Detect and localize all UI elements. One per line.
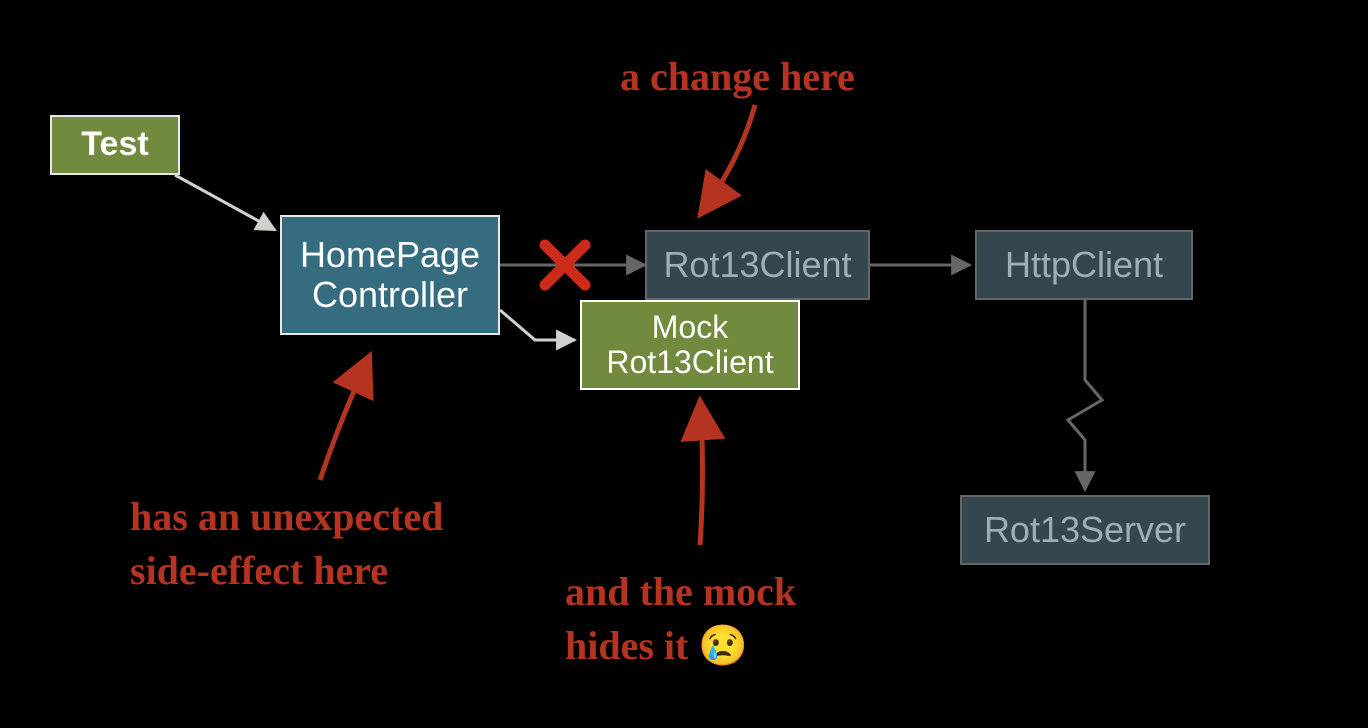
box-rot13client: Rot13Client [645, 230, 870, 300]
homepage-line1: HomePage [300, 235, 480, 275]
side-effect-line2: side-effect here [130, 548, 388, 593]
box-mock-rot13client: Mock Rot13Client [580, 300, 800, 390]
box-rot13server: Rot13Server [960, 495, 1210, 565]
box-httpclient: HttpClient [975, 230, 1193, 300]
annotation-mock-hides: and the mock hides it 😢 [565, 565, 796, 673]
box-test: Test [50, 115, 180, 175]
rot13server-label: Rot13Server [984, 510, 1186, 550]
httpclient-label: HttpClient [1005, 245, 1163, 285]
mock-hides-line2: hides it [565, 623, 698, 668]
mock-hides-line1: and the mock [565, 569, 796, 614]
homepage-line2: Controller [300, 275, 480, 315]
diagram-stage: Test HomePage Controller Rot13Client Moc… [0, 0, 1368, 728]
mock-line2: Rot13Client [606, 345, 773, 380]
annotation-side-effect: has an unexpected side-effect here [130, 490, 443, 598]
box-test-label: Test [81, 126, 148, 163]
side-effect-line1: has an unexpected [130, 494, 443, 539]
box-homepage-controller: HomePage Controller [280, 215, 500, 335]
mock-line1: Mock [606, 310, 773, 345]
rot13client-label: Rot13Client [663, 245, 851, 285]
crying-face-icon: 😢 [698, 624, 748, 668]
annotation-change-here: a change here [620, 50, 855, 104]
